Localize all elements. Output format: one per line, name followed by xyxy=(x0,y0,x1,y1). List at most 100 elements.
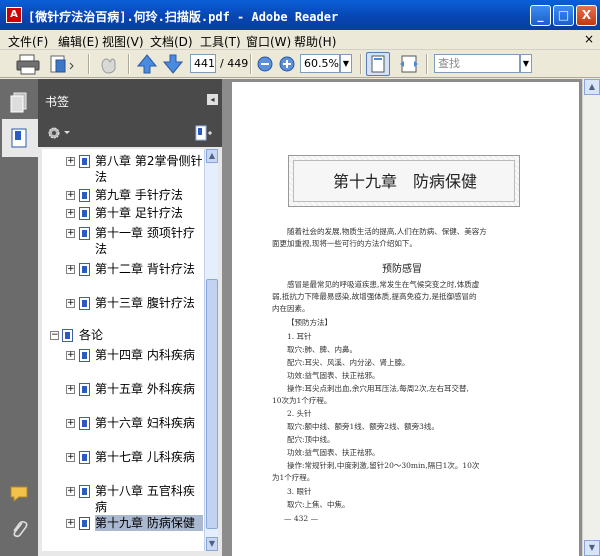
bookmark-item[interactable]: + 第十七章 儿科疾病 xyxy=(42,449,204,483)
body-line: 操作:耳尖点刺出血,余穴用耳压法,每周2次,左右耳交替, xyxy=(287,384,469,393)
fit-page-button[interactable] xyxy=(366,52,390,76)
zoom-dropdown-chevron-down-icon[interactable]: ▼ xyxy=(340,54,352,73)
toolbar: 441 / 449 60.5% ▼ 查找 ▼ xyxy=(0,50,600,78)
next-page-icon[interactable] xyxy=(162,53,184,75)
expand-icon[interactable]: + xyxy=(66,209,75,218)
body-line: 内在因素。 xyxy=(272,304,310,313)
bookmark-item[interactable]: + 第十八章 五官科疾病 xyxy=(42,483,204,517)
page-number: — 432 — xyxy=(284,514,319,523)
hand-tool-icon[interactable] xyxy=(96,53,120,75)
window-title: [微针疗法治百病].何玲.扫描版.pdf - Adobe Reader xyxy=(28,10,339,24)
scroll-down-icon[interactable]: ▼ xyxy=(206,537,218,551)
bookmark-icon xyxy=(79,349,90,362)
bookmark-icon xyxy=(79,227,90,240)
menu-window[interactable]: 窗口(W) xyxy=(246,33,291,50)
body-line: 为1个疗程。 xyxy=(272,473,315,482)
bookmark-item[interactable]: + 第八章 第2掌骨侧针法 xyxy=(42,153,204,187)
share-icon[interactable] xyxy=(48,53,76,75)
menu-edit[interactable]: 编辑(E) xyxy=(58,33,99,50)
pdf-page: 第十九章 防病保健 随着社会的发展,物质生活的提高,人们在防病、保健、美容方 面… xyxy=(232,82,579,556)
bookmarks-panel: 书签 ◂ + 第八章 第2掌骨侧针法 + 第九章 手针疗法 + 第十章 足针疗法… xyxy=(38,79,222,556)
menu-view[interactable]: 视图(V) xyxy=(102,33,144,50)
zoom-out-icon[interactable] xyxy=(256,53,274,75)
comments-icon[interactable] xyxy=(9,484,29,506)
body-line: 配穴:耳尖、风溪、内分泌、肾上腺。 xyxy=(287,358,410,367)
bookmark-item[interactable]: + 第十一章 颈项针疗法 xyxy=(42,225,204,259)
toolbar-separator xyxy=(360,54,362,74)
bookmark-item[interactable]: + 第十三章 腹针疗法 xyxy=(42,295,204,329)
bookmarks-tab[interactable] xyxy=(2,119,38,157)
body-line: 2. 头针 xyxy=(287,409,312,418)
expand-icon[interactable]: + xyxy=(66,453,75,462)
expand-icon[interactable]: + xyxy=(66,299,75,308)
expand-icon[interactable]: + xyxy=(66,157,75,166)
bookmark-icon xyxy=(79,207,90,220)
chapter-title-frame: 第十九章 防病保健 xyxy=(288,155,520,207)
previous-page-icon[interactable] xyxy=(136,53,158,75)
intro-line: 面更加重视,现将一些可行的方法介绍如下。 xyxy=(272,239,417,248)
close-button[interactable]: X xyxy=(576,5,597,26)
zoom-in-icon[interactable] xyxy=(278,53,296,75)
toolbar-separator xyxy=(128,54,130,74)
body-line: 功效:益气固表、扶正祛邪。 xyxy=(287,448,380,457)
minimize-button[interactable]: _ xyxy=(530,5,551,26)
bookmark-item[interactable]: + 第九章 手针疗法 xyxy=(42,187,204,205)
bookmark-item[interactable]: + 第十二章 背针疗法 xyxy=(42,261,204,295)
menu-document[interactable]: 文档(D) xyxy=(150,33,193,50)
scrollbar-thumb[interactable] xyxy=(206,279,218,529)
maximize-button[interactable]: □ xyxy=(553,5,574,26)
bookmark-icon xyxy=(79,263,90,276)
scroll-down-icon[interactable]: ▼ xyxy=(584,540,600,556)
expand-icon[interactable]: + xyxy=(66,265,75,274)
scroll-up-icon[interactable]: ▲ xyxy=(206,149,218,163)
body-line: 【预防方法】 xyxy=(287,318,332,327)
title-bar: A [微针疗法治百病].何玲.扫描版.pdf - Adobe Reader _ … xyxy=(0,0,600,30)
print-icon[interactable] xyxy=(16,53,40,75)
pages-icon[interactable] xyxy=(9,91,29,113)
toolbar-separator xyxy=(426,54,428,74)
bookmark-item-selected[interactable]: + 第十九章 防病保健 xyxy=(42,515,204,549)
expand-icon[interactable]: + xyxy=(66,487,75,496)
body-line: 弱,抵抗力下降最易感染,故增强体质,提高免疫力,是抵御感冒的 xyxy=(272,292,477,301)
bookmark-item[interactable]: + 第十章 足针疗法 xyxy=(42,205,204,223)
body-line: 操作:常规针刺,中度刺激,留针20～30min,隔日1次。10次 xyxy=(287,461,480,470)
collapse-icon[interactable]: − xyxy=(50,331,59,340)
expand-icon[interactable]: + xyxy=(66,191,75,200)
bookmark-icon xyxy=(79,517,90,530)
attachments-paperclip-icon[interactable] xyxy=(9,519,29,541)
bookmark-icon xyxy=(79,417,90,430)
menu-help[interactable]: 帮助(H) xyxy=(294,33,336,50)
body-line: 配穴:顶中线。 xyxy=(287,435,335,444)
menu-tools[interactable]: 工具(T) xyxy=(200,33,241,50)
bookmark-item[interactable]: + 第十五章 外科疾病 xyxy=(42,381,204,415)
adobe-reader-icon: A xyxy=(6,7,22,23)
new-bookmark-icon[interactable] xyxy=(194,125,214,141)
bookmarks-scrollbar[interactable]: ▲ ▼ xyxy=(204,149,218,551)
search-dropdown-chevron-down-icon[interactable]: ▼ xyxy=(520,54,532,73)
expand-icon[interactable]: + xyxy=(66,519,75,528)
menu-file[interactable]: 文件(F) xyxy=(8,33,48,50)
options-gear-icon[interactable] xyxy=(46,125,72,141)
bookmark-icon xyxy=(79,155,90,168)
page-number-input[interactable]: 441 xyxy=(190,54,216,73)
expand-icon[interactable]: + xyxy=(66,419,75,428)
fit-page-icon xyxy=(371,55,385,73)
fit-width-icon[interactable] xyxy=(398,53,420,75)
zoom-level-input[interactable]: 60.5% xyxy=(300,54,340,73)
page-total-label: / 449 xyxy=(220,57,249,70)
body-line: 3. 眼针 xyxy=(287,487,312,496)
expand-icon[interactable]: + xyxy=(66,351,75,360)
expand-icon[interactable]: + xyxy=(66,229,75,238)
bookmark-icon xyxy=(79,485,90,498)
bookmark-item-gelun[interactable]: − 各论 xyxy=(42,327,204,345)
bookmark-item[interactable]: + 第十四章 内科疾病 xyxy=(42,347,204,381)
collapse-panel-icon[interactable]: ◂ xyxy=(207,94,218,105)
bookmarks-tree: + 第八章 第2掌骨侧针法 + 第九章 手针疗法 + 第十章 足针疗法 + 第十… xyxy=(42,149,204,551)
document-scrollbar[interactable]: ▲ ▼ xyxy=(582,79,600,556)
search-input[interactable]: 查找 xyxy=(434,54,520,73)
document-close-icon[interactable]: × xyxy=(584,32,594,46)
bookmark-item[interactable]: + 第十六章 妇科疾病 xyxy=(42,415,204,449)
scroll-up-icon[interactable]: ▲ xyxy=(584,79,600,95)
menu-bar: 文件(F) 编辑(E) 视图(V) 文档(D) 工具(T) 窗口(W) 帮助(H… xyxy=(0,30,600,50)
expand-icon[interactable]: + xyxy=(66,385,75,394)
